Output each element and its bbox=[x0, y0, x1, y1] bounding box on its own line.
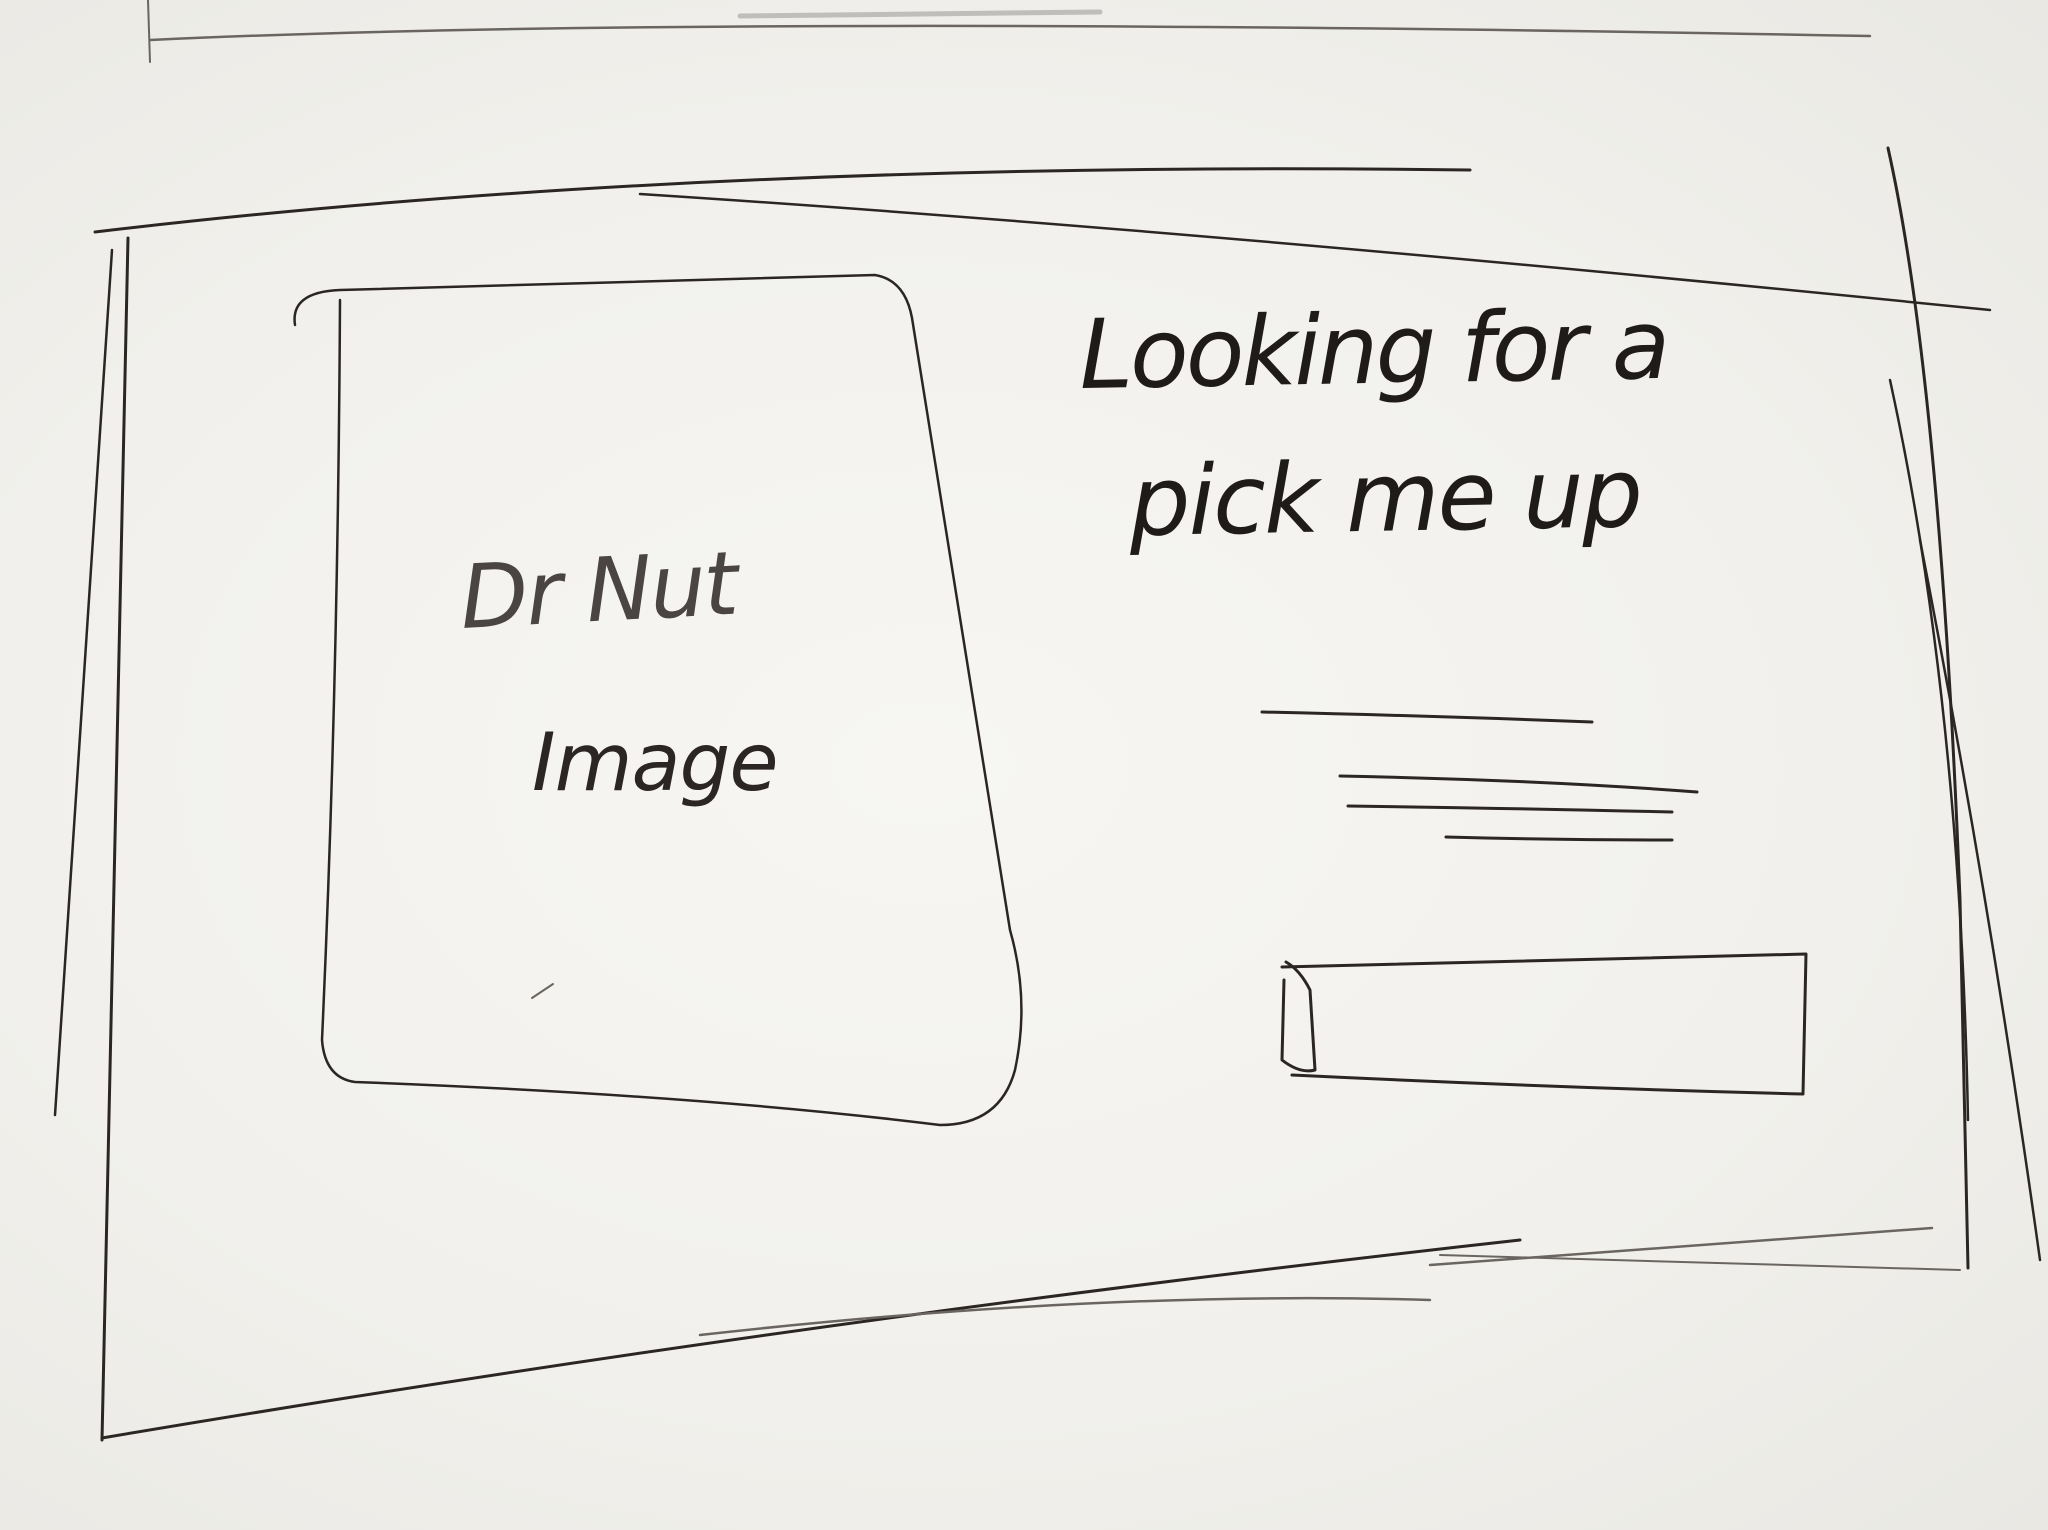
headline-line-1: Looking for a bbox=[1078, 289, 1668, 411]
wireframe-sketch: Looking for a pick me up Dr Nut Image bbox=[53, 0, 2042, 1442]
headline-line-2: pick me up bbox=[1127, 437, 1641, 558]
cta-button[interactable] bbox=[1275, 952, 1808, 1096]
text-line-3 bbox=[1346, 804, 1674, 814]
image-label-line-2: Image bbox=[532, 716, 778, 809]
image-placeholder-label: Dr Nut Image bbox=[458, 531, 779, 809]
body-text-lines bbox=[1260, 710, 1699, 842]
text-line-1 bbox=[1260, 710, 1594, 724]
image-label-line-1: Dr Nut bbox=[458, 531, 745, 649]
screen-frame bbox=[53, 146, 2042, 1442]
sketch-page: Looking for a pick me up Dr Nut Image bbox=[0, 0, 2048, 1530]
product-image-box bbox=[293, 273, 1023, 1127]
text-line-2 bbox=[1338, 774, 1699, 794]
top-page-edge bbox=[147, 0, 1872, 63]
text-line-4 bbox=[1444, 835, 1674, 842]
headline: Looking for a pick me up bbox=[1078, 289, 1668, 558]
